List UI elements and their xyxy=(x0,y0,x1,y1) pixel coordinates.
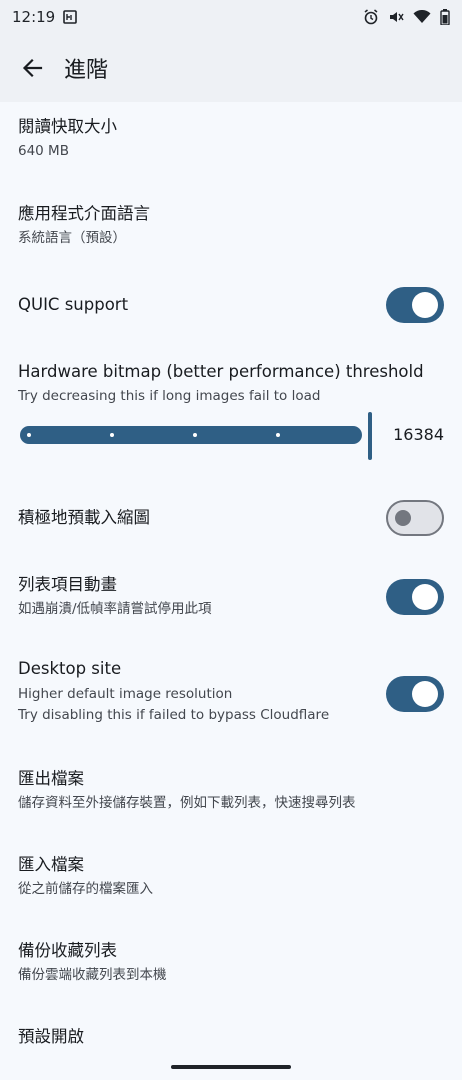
back-button[interactable] xyxy=(18,54,46,82)
setting-title: 積極地預載入縮圖 xyxy=(18,508,150,527)
setting-subtitle: Try decreasing this if long images fail … xyxy=(18,388,321,404)
arrow-back-icon xyxy=(22,58,43,78)
status-time: 12:19 xyxy=(12,8,56,26)
setting-read-cache[interactable]: 閱讀快取大小 640 MB xyxy=(0,116,462,162)
setting-title: 預設開啟 xyxy=(18,1027,84,1046)
setting-hw-bitmap: Hardware bitmap (better performance) thr… xyxy=(0,361,462,407)
toggle-knob xyxy=(412,584,438,610)
setting-subtitle: Higher default image resolution xyxy=(18,686,233,702)
setting-default-open[interactable]: 預設開啟 xyxy=(0,1026,462,1048)
setting-title: 應用程式介面語言 xyxy=(18,204,150,223)
desktop-site-toggle[interactable] xyxy=(386,676,444,712)
setting-title: 匯出檔案 xyxy=(18,769,84,788)
setting-subtitle: 儲存資料至外接儲存裝置，例如下載列表，快速搜尋列表 xyxy=(18,795,356,811)
setting-title: QUIC support xyxy=(18,295,129,314)
setting-export[interactable]: 匯出檔案 儲存資料至外接儲存裝置，例如下載列表，快速搜尋列表 xyxy=(0,768,462,814)
list-anim-toggle[interactable] xyxy=(386,579,444,615)
preload-thumbs-toggle[interactable] xyxy=(386,500,444,536)
setting-subtitle: Try disabling this if failed to bypass C… xyxy=(18,707,330,723)
notification-icon xyxy=(63,10,78,24)
page-title: 進階 xyxy=(64,58,109,83)
slider-tick xyxy=(110,433,114,437)
setting-subtitle: 備份雲端收藏列表到本機 xyxy=(18,967,167,983)
setting-preload-thumbs[interactable]: 積極地預載入縮圖 xyxy=(0,496,462,540)
setting-title: 備份收藏列表 xyxy=(18,941,117,960)
setting-import[interactable]: 匯入檔案 從之前儲存的檔案匯入 xyxy=(0,854,462,900)
slider-tick xyxy=(27,433,31,437)
slider-tick xyxy=(193,433,197,437)
setting-backup-favorites[interactable]: 備份收藏列表 備份雲端收藏列表到本機 xyxy=(0,940,462,986)
status-bar: 12:19 xyxy=(0,0,462,34)
setting-value: 系統語言（預設） xyxy=(18,230,126,246)
setting-title: 匯入檔案 xyxy=(18,855,84,874)
battery-icon xyxy=(440,9,450,25)
hw-bitmap-slider-track[interactable] xyxy=(20,426,362,444)
setting-list-anim[interactable]: 列表項目動畫 如遇崩潰/低幀率請嘗試停用此項 xyxy=(0,574,462,622)
setting-title: Desktop site xyxy=(18,659,122,678)
alarm-icon xyxy=(363,9,379,25)
hw-bitmap-slider-thumb[interactable] xyxy=(368,412,372,460)
toggle-knob xyxy=(395,510,411,526)
setting-title: 閱讀快取大小 xyxy=(18,117,117,136)
setting-subtitle: 如遇崩潰/低幀率請嘗試停用此項 xyxy=(18,601,212,617)
home-indicator[interactable] xyxy=(171,1065,291,1069)
quic-toggle[interactable] xyxy=(386,287,444,323)
setting-subtitle: 從之前儲存的檔案匯入 xyxy=(18,881,153,897)
toggle-knob xyxy=(412,292,438,318)
setting-language[interactable]: 應用程式介面語言 系統語言（預設） xyxy=(0,203,462,249)
toggle-knob xyxy=(412,681,438,707)
app-bar: 進階 xyxy=(0,34,462,102)
setting-quic[interactable]: QUIC support xyxy=(0,283,462,327)
setting-title: Hardware bitmap (better performance) thr… xyxy=(18,362,424,381)
slider-tick xyxy=(276,433,280,437)
setting-value: 640 MB xyxy=(18,143,69,159)
hw-bitmap-value: 16384 xyxy=(393,425,444,444)
setting-desktop-site[interactable]: Desktop site Higher default image resolu… xyxy=(0,658,462,730)
mute-icon xyxy=(388,9,404,25)
wifi-icon xyxy=(413,10,431,24)
setting-title: 列表項目動畫 xyxy=(18,575,117,594)
